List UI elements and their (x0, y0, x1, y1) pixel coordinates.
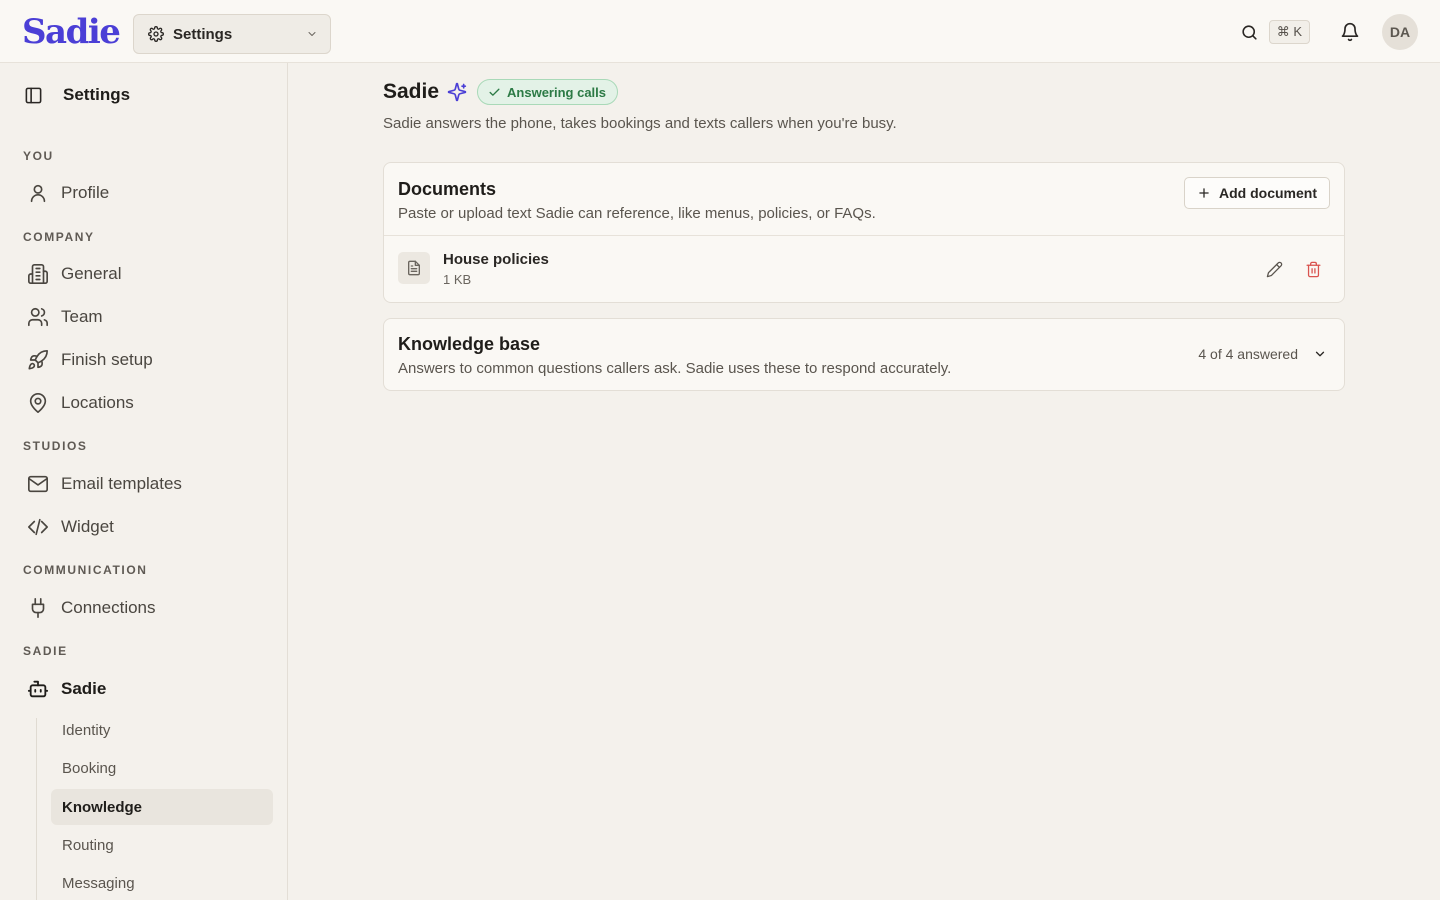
plug-icon (26, 596, 50, 620)
knowledge-base-count: 4 of 4 answered (1198, 346, 1298, 362)
sidebar-toggle-icon[interactable] (24, 86, 43, 105)
section-label-communication: COMMUNICATION (23, 563, 148, 577)
document-row[interactable]: House policies 1 KB (384, 236, 1344, 302)
document-size: 1 KB (443, 272, 472, 287)
sidebar: Settings YOU Profile COMPANY General Tea… (0, 63, 288, 900)
sidebar-item-finish-setup[interactable]: Finish setup (26, 344, 276, 376)
sidebar-item-label: Sadie (61, 679, 107, 698)
users-icon (26, 305, 50, 329)
subnav-item-routing[interactable]: Routing (51, 827, 273, 863)
document-name: House policies (443, 251, 549, 268)
sidebar-item-widget[interactable]: Widget (26, 511, 276, 543)
sidebar-item-profile[interactable]: Profile (26, 177, 276, 209)
section-label-sadie: SADIE (23, 644, 68, 658)
brand-logo[interactable]: Sadie (22, 12, 121, 52)
chevron-down-icon (306, 28, 318, 40)
rocket-icon (26, 348, 50, 372)
avatar[interactable]: DA (1382, 14, 1418, 50)
sparkles-icon (447, 82, 467, 102)
knowledge-base-description: Answers to common questions callers ask.… (398, 360, 952, 377)
subnav-item-booking[interactable]: Booking (51, 750, 273, 786)
subnav-item-identity[interactable]: Identity (51, 712, 273, 748)
section-label-company: COMPANY (23, 230, 95, 244)
sidebar-item-label: Connections (61, 598, 156, 617)
sidebar-item-label: Email templates (61, 474, 182, 493)
code-icon (26, 515, 50, 539)
file-text-icon (398, 252, 430, 284)
bot-icon (26, 677, 50, 701)
sidebar-item-locations[interactable]: Locations (26, 387, 276, 419)
sidebar-item-label: Profile (61, 183, 110, 202)
documents-description: Paste or upload text Sadie can reference… (398, 205, 876, 222)
top-bar: Sadie Settings ⌘ K DA (0, 0, 1440, 63)
search-shortcut-hint: ⌘ K (1268, 20, 1310, 44)
documents-card: Documents Paste or upload text Sadie can… (383, 162, 1345, 303)
settings-select[interactable]: Settings (133, 14, 331, 54)
sidebar-item-label: Locations (61, 393, 134, 412)
trash-icon[interactable] (1302, 258, 1324, 280)
sidebar-item-connections[interactable]: Connections (26, 592, 276, 624)
add-document-button[interactable]: Add document (1184, 177, 1330, 209)
sidebar-item-sadie[interactable]: Sadie (26, 673, 276, 705)
mail-icon (26, 472, 50, 496)
chevron-down-icon[interactable] (1310, 344, 1330, 364)
sidebar-item-label: Team (61, 307, 103, 326)
bell-icon[interactable] (1336, 18, 1364, 46)
sidebar-item-label: Finish setup (61, 350, 153, 369)
building-icon (26, 262, 50, 286)
status-badge-label: Answering calls (507, 84, 607, 100)
gear-icon (148, 26, 164, 42)
sidebar-item-label: General (61, 264, 122, 283)
add-document-label: Add document (1219, 185, 1317, 201)
check-icon (489, 88, 500, 96)
subnav-item-messaging[interactable]: Messaging (51, 865, 273, 900)
sidebar-header: Settings (24, 85, 130, 105)
section-label-you: YOU (23, 149, 54, 163)
subnav-item-knowledge[interactable]: Knowledge (51, 789, 273, 825)
sidebar-item-label: Widget (61, 517, 114, 536)
page-subtitle: Sadie answers the phone, takes bookings … (383, 115, 897, 132)
documents-title: Documents (398, 179, 497, 199)
top-actions: ⌘ K DA (1236, 14, 1418, 50)
sidebar-item-general[interactable]: General (26, 258, 276, 290)
section-label-studios: STUDIOS (23, 439, 88, 453)
sidebar-item-team[interactable]: Team (26, 301, 276, 333)
knowledge-base-title: Knowledge base (398, 334, 541, 354)
status-badge: Answering calls (477, 79, 619, 105)
page-header: Sadie Answering calls (383, 79, 619, 105)
subnav-guide (36, 718, 37, 900)
settings-select-label: Settings (173, 25, 233, 43)
sidebar-item-email-templates[interactable]: Email templates (26, 468, 276, 500)
sidebar-title: Settings (63, 85, 131, 104)
page-title: Sadie (383, 80, 440, 103)
plus-icon (1197, 186, 1211, 200)
user-icon (26, 181, 50, 205)
map-pin-icon (26, 391, 50, 415)
knowledge-base-card[interactable]: Knowledge base Answers to common questio… (383, 318, 1345, 391)
search-icon[interactable] (1236, 18, 1264, 46)
edit-icon[interactable] (1263, 258, 1285, 280)
